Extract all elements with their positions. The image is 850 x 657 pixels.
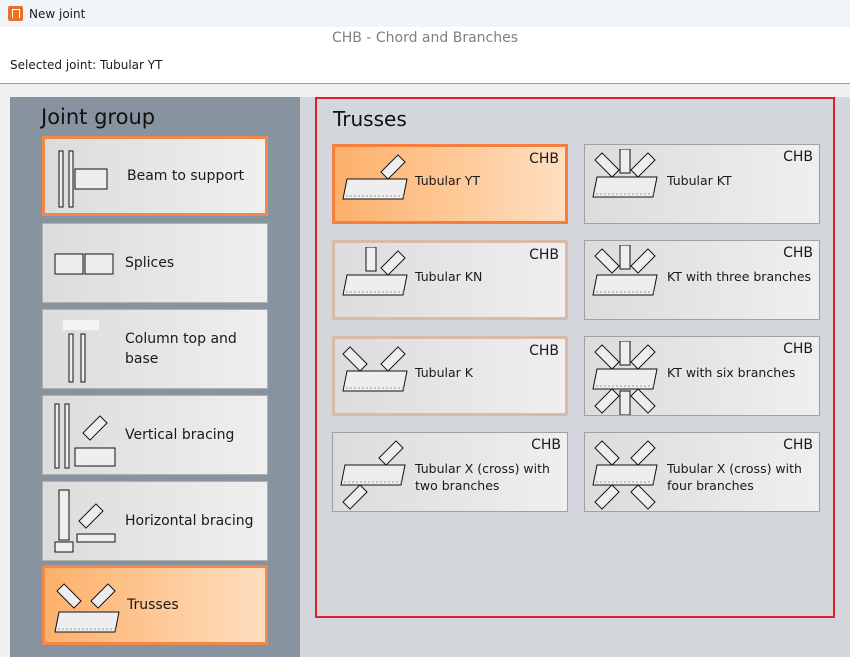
joint-group-column-top-and-base[interactable]: Column top and base	[42, 309, 268, 389]
truss-tubular-kt[interactable]: CHB Tubular KT	[584, 144, 820, 224]
chb-tag: CHB	[783, 437, 813, 453]
chb-tag: CHB	[783, 341, 813, 357]
truss-kt-icon	[592, 149, 658, 198]
header: CHB - Chord and Branches Selected joint:…	[0, 27, 850, 84]
joint-group-beam-to-support[interactable]: Beam to support	[42, 136, 268, 216]
joint-group-trusses[interactable]: Trusses	[42, 565, 268, 645]
truss-tubular-x-cross-with-four-branches[interactable]: CHB Tubular X (cross) with four branches	[584, 432, 820, 512]
truss-k-icon	[342, 346, 408, 392]
joint-group-icon	[54, 403, 116, 469]
joint-group-label: Horizontal bracing	[125, 513, 254, 529]
joint-group-icon	[54, 489, 116, 553]
joint-group-horizontal-bracing[interactable]: Horizontal bracing	[42, 481, 268, 561]
chb-tag: CHB	[529, 151, 559, 167]
chb-tag: CHB	[529, 343, 559, 359]
window-title: New joint	[29, 6, 86, 21]
joint-group-splices[interactable]: Splices	[42, 223, 268, 303]
joint-group-vertical-bracing[interactable]: Vertical bracing	[42, 395, 268, 475]
truss-x4-icon	[592, 440, 658, 510]
truss-label: Tubular X (cross) with two branches	[415, 461, 550, 493]
truss-label: Tubular YT	[415, 173, 481, 188]
trusses-title: Trusses	[333, 107, 407, 131]
truss-kt6-icon	[592, 341, 658, 415]
truss-tubular-yt[interactable]: CHB Tubular YT	[332, 144, 568, 224]
joint-group-label: Splices	[125, 255, 175, 271]
truss-kt3-icon	[592, 245, 658, 296]
trusses-highlight: Trusses CHB Tubular YT CHB Tubular KT CHB Tub…	[315, 97, 835, 618]
chb-tag: CHB	[529, 247, 559, 263]
truss-label: Tubular KT	[667, 173, 732, 188]
joint-group-icon	[58, 150, 108, 208]
joint-group-icon	[54, 253, 114, 275]
truss-tubular-kn[interactable]: CHB Tubular KN	[332, 240, 568, 320]
truss-kt-with-six-branches[interactable]: CHB KT with six branches	[584, 336, 820, 416]
truss-kt-with-three-branches[interactable]: CHB KT with three branches	[584, 240, 820, 320]
truss-label: KT with three branches	[667, 269, 812, 284]
truss-tubular-k[interactable]: CHB Tubular K	[332, 336, 568, 416]
truss-label: KT with six branches	[667, 365, 796, 380]
joint-group-label: Vertical bracing	[125, 427, 235, 443]
truss-kn-icon	[342, 247, 408, 296]
title-bar: New joint	[0, 0, 850, 27]
selected-joint-label: Selected joint: Tubular YT	[10, 58, 163, 72]
subtitle: CHB - Chord and Branches	[332, 30, 518, 46]
truss-yt-icon	[342, 154, 408, 200]
truss-label: Tubular KN	[415, 269, 483, 284]
truss-x2-icon	[340, 440, 406, 510]
chb-tag: CHB	[783, 245, 813, 261]
app-icon	[8, 6, 23, 21]
joint-group-panel: Joint group Beam to support Splices Column…	[10, 97, 300, 657]
chb-tag: CHB	[783, 149, 813, 165]
joint-group-label: Beam to support	[127, 168, 245, 184]
joint-group-icon	[63, 320, 99, 383]
joint-group-icon	[54, 583, 120, 633]
chb-tag: CHB	[531, 437, 561, 453]
truss-tubular-x-cross-with-two-branches[interactable]: CHB Tubular X (cross) with two branches	[332, 432, 568, 512]
joint-group-title: Joint group	[41, 105, 156, 129]
truss-label: Tubular X (cross) with four branches	[667, 461, 802, 493]
joint-group-label: Trusses	[127, 597, 179, 613]
truss-label: Tubular K	[415, 365, 473, 380]
joint-group-label: Column top and base	[125, 331, 237, 367]
